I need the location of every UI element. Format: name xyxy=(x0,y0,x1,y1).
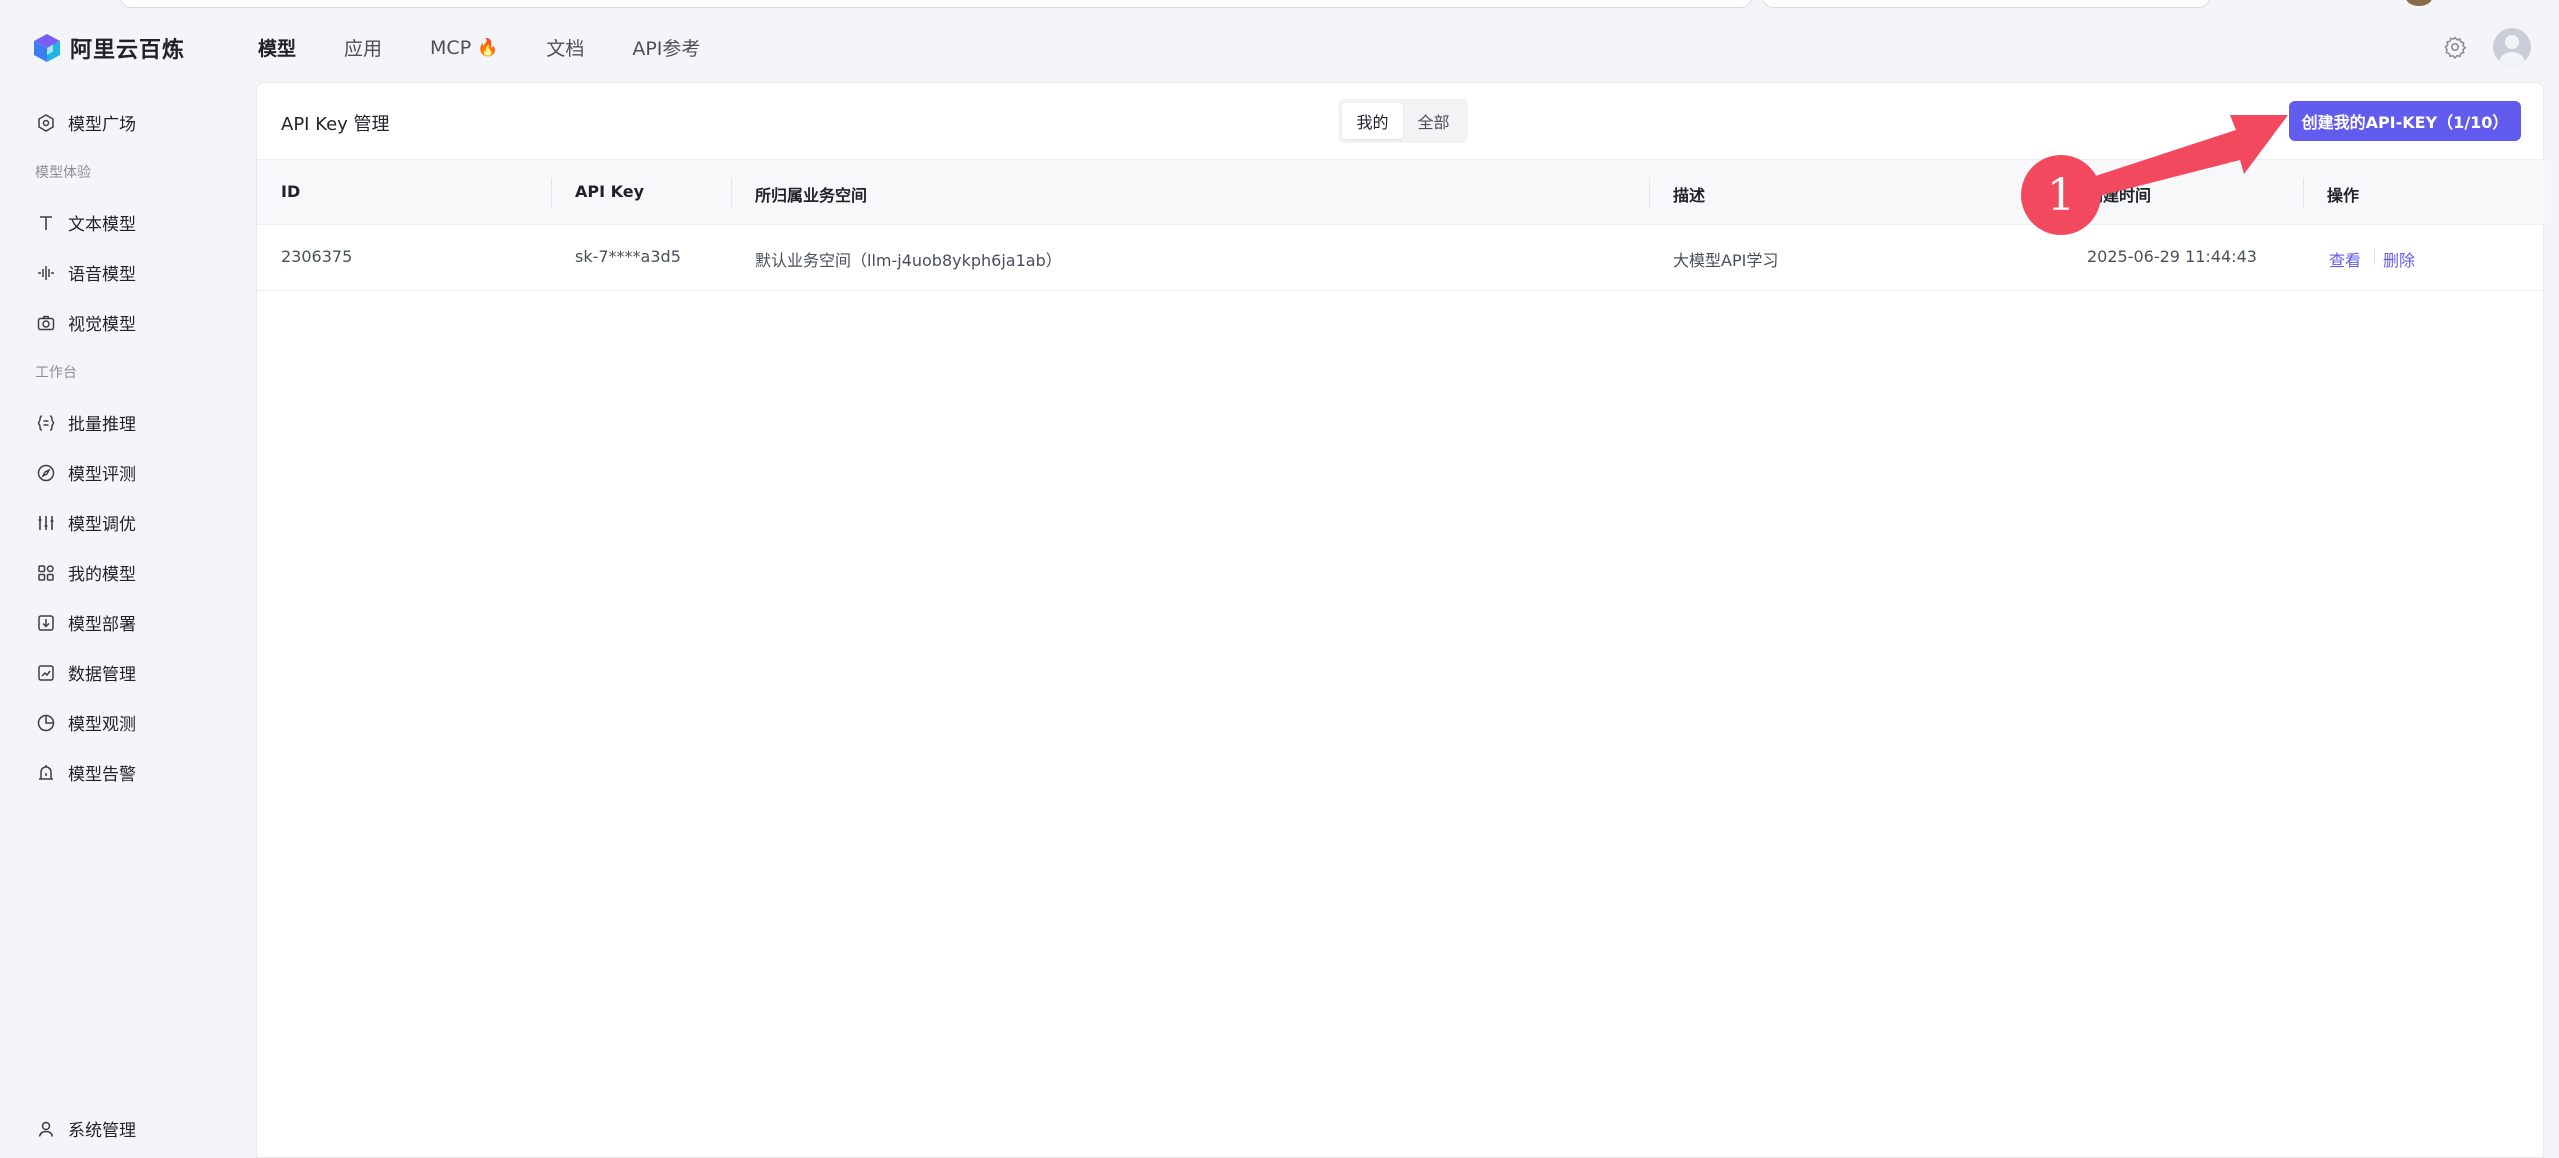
nav-tab-label: MCP xyxy=(430,36,472,59)
sidebar-item-model-tuning[interactable]: 模型调优 xyxy=(36,510,136,535)
pie-chart-icon xyxy=(37,714,55,731)
segment-all[interactable]: 全部 xyxy=(1403,103,1464,139)
nav-tab-apps[interactable]: 应用 xyxy=(344,34,382,61)
table-header: ID API Key 所归属业务空间 描述 创建时间 操作 xyxy=(257,159,2545,225)
cell-workspace: 默认业务空间（llm-j4uob8ykph6ja1ab） xyxy=(755,251,1062,270)
sidebar-item-model-square[interactable]: 模型广场 xyxy=(36,110,136,135)
column-header-api-key: API Key xyxy=(575,182,645,201)
line-chart-icon xyxy=(38,664,54,681)
cell-id: 2306375 xyxy=(281,247,353,266)
main-panel: API Key 管理 我的 全部 创建我的API-KEY（1/10） ID AP… xyxy=(256,82,2545,1158)
text-icon xyxy=(40,215,52,230)
brand-logo[interactable]: 阿里云百炼 xyxy=(34,32,185,64)
camera-icon xyxy=(37,315,55,330)
browser-top-strip xyxy=(0,0,2559,10)
sidebar-item-label: 文本模型 xyxy=(68,215,136,235)
download-box-icon xyxy=(38,614,54,631)
cell-description: 大模型API学习 xyxy=(1673,251,1779,270)
search-bar-fragment xyxy=(1762,0,2210,8)
grid-apps-icon xyxy=(38,564,54,581)
column-header-workspace: 所归属业务空间 xyxy=(755,186,868,205)
nav-tab-api-reference[interactable]: API参考 xyxy=(632,34,700,61)
sidebar-item-label: 模型观测 xyxy=(68,715,136,735)
waveform-icon xyxy=(38,265,54,280)
column-header-id: ID xyxy=(281,182,301,201)
page-title: API Key 管理 xyxy=(281,114,390,135)
sidebar-item-label: 模型告警 xyxy=(68,765,136,785)
sidebar-item-label: 数据管理 xyxy=(68,665,136,685)
sidebar-item-label: 语音模型 xyxy=(68,265,136,285)
brand-name: 阿里云百炼 xyxy=(70,38,186,63)
sidebar-item-label: 视觉模型 xyxy=(68,315,136,335)
annotation-number: 1 xyxy=(2047,169,2075,221)
column-header-actions: 操作 xyxy=(2327,186,2360,205)
address-bar-fragment xyxy=(120,0,1752,8)
sidebar-item-model-alert[interactable]: 模型告警 xyxy=(36,760,136,785)
column-divider[interactable] xyxy=(551,178,552,208)
sidebar-item-speech-model[interactable]: 语音模型 xyxy=(36,260,136,285)
browser-avatar-fragment xyxy=(2406,0,2432,6)
sidebar-item-label: 模型调优 xyxy=(68,515,136,535)
cell-created-time: 2025-06-29 11:44:43 xyxy=(2087,247,2257,266)
sidebar-item-label: 我的模型 xyxy=(68,565,136,585)
nav-tab-label: 模型 xyxy=(258,38,297,60)
sidebar-item-model-observe[interactable]: 模型观测 xyxy=(36,710,136,735)
header-actions xyxy=(2443,28,2531,66)
sidebar-item-text-model[interactable]: 文本模型 xyxy=(36,210,136,235)
column-divider[interactable] xyxy=(1649,178,1650,208)
sidebar-item-data-management[interactable]: 数据管理 xyxy=(36,660,136,685)
sidebar-item-label: 模型部署 xyxy=(68,615,136,635)
column-divider[interactable] xyxy=(2303,178,2304,208)
bailian-logo-icon xyxy=(34,34,60,62)
sidebar-item-label: 模型评测 xyxy=(68,465,136,485)
column-divider[interactable] xyxy=(731,178,732,208)
sidebar-item-model-deploy[interactable]: 模型部署 xyxy=(36,610,136,635)
nav-tab-label: API参考 xyxy=(632,38,701,60)
nav-tab-label: 应用 xyxy=(344,38,383,60)
top-nav: 模型 应用 MCP 🔥 文档 API参考 xyxy=(258,34,748,61)
delete-action-link[interactable]: 删除 xyxy=(2383,247,2415,271)
alarm-icon xyxy=(39,764,53,780)
compass-icon xyxy=(37,464,55,481)
segment-mine[interactable]: 我的 xyxy=(1342,103,1403,139)
nav-tab-mcp[interactable]: MCP 🔥 xyxy=(430,34,498,61)
sidebar-item-my-models[interactable]: 我的模型 xyxy=(36,560,136,585)
nav-tab-models[interactable]: 模型 xyxy=(258,34,296,61)
view-action-link[interactable]: 查看 xyxy=(2329,247,2361,271)
create-api-key-button[interactable]: 创建我的API-KEY（1/10） xyxy=(2289,101,2521,141)
scope-segmented-control: 我的 全部 xyxy=(1338,99,1468,143)
sidebar-item-label: 批量推理 xyxy=(68,415,136,435)
gear-icon[interactable] xyxy=(2443,35,2467,59)
sidebar-item-batch-inference[interactable]: 批量推理 xyxy=(36,410,136,435)
top-header: 阿里云百炼 模型 应用 MCP 🔥 文档 API参考 xyxy=(0,10,2559,88)
sidebar-item-label: 模型广场 xyxy=(68,115,136,135)
sidebar-item-model-eval[interactable]: 模型评测 xyxy=(36,460,136,485)
sidebar-group-workbench: 工作台 xyxy=(35,365,77,381)
user-avatar[interactable] xyxy=(2493,28,2531,66)
column-header-description: 描述 xyxy=(1673,186,1706,205)
table-row: 2306375 sk-7****a3d5 默认业务空间（llm-j4uob8yk… xyxy=(257,225,2545,291)
cell-api-key: sk-7****a3d5 xyxy=(575,247,681,266)
nav-tab-label: 文档 xyxy=(546,38,585,60)
braces-list-icon xyxy=(37,414,55,431)
fire-icon: 🔥 xyxy=(477,37,499,58)
sidebar-item-system-management[interactable]: 系统管理 xyxy=(36,1116,136,1141)
model-square-icon xyxy=(38,113,54,132)
sidebar-group-experience: 模型体验 xyxy=(35,165,91,181)
user-icon xyxy=(38,1121,54,1137)
sidebar-item-label: 系统管理 xyxy=(68,1121,136,1141)
sidebar: 模型广场 模型体验 文本模型 语音模型 视觉模型 工作台 批量推理 模型评测 模… xyxy=(6,82,256,1158)
sidebar-item-vision-model[interactable]: 视觉模型 xyxy=(36,310,136,335)
sliders-icon xyxy=(38,515,54,530)
action-separator xyxy=(2374,249,2375,265)
nav-tab-docs[interactable]: 文档 xyxy=(546,34,584,61)
